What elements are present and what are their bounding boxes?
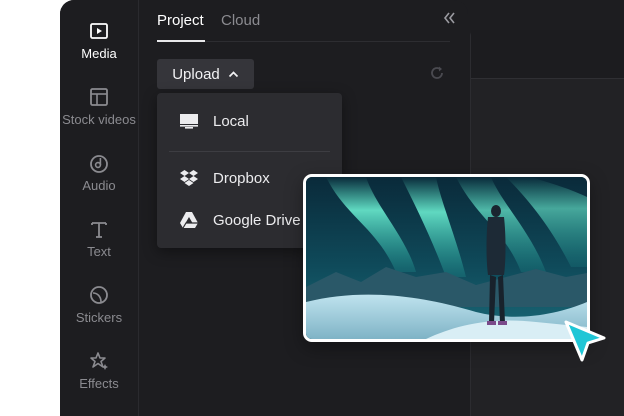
active-tab-indicator [157,40,205,42]
media-icon [90,23,108,39]
sidebar-item-audio[interactable]: Audio [60,152,138,212]
refresh-icon[interactable] [429,65,445,81]
menu-item-label: Dropbox [213,169,270,187]
sidebar-item-label: Audio [82,178,116,193]
sidebar-item-label: Effects [79,376,119,391]
tab-cloud[interactable]: Cloud [221,12,260,29]
dropbox-icon [178,167,200,189]
background-window-toolbar [471,30,624,78]
audio-icon [90,155,108,173]
google-drive-icon [178,209,200,231]
tab-project[interactable]: Project [157,12,204,29]
menu-item-label: Google Drive [213,211,301,229]
stickers-icon [90,286,108,304]
pointer-cursor-icon [564,320,606,362]
stock-videos-icon [90,88,108,106]
sidebar-item-media[interactable]: Media [60,20,138,80]
collapse-panel-button[interactable] [442,11,456,29]
preview-image-art [306,177,587,339]
sidebar-item-stock-videos[interactable]: Stock videos [60,86,138,146]
sidebar-item-label: Media [81,46,117,61]
aurora-landscape-image[interactable] [303,174,590,342]
upload-button[interactable]: Upload [157,59,254,89]
sidebar-item-effects[interactable]: Effects [60,350,138,410]
menu-item-local[interactable]: Local [157,101,342,141]
double-chevron-left-icon [443,12,455,24]
menu-divider [169,151,330,152]
sidebar-item-label: Text [87,244,111,259]
effects-icon [90,352,108,370]
sidebar-item-label: Stickers [75,310,123,325]
sidebar-item-stickers[interactable]: Stickers [60,284,138,344]
monitor-icon [178,110,200,132]
upload-button-label: Upload [172,65,220,83]
sidebar: Media Stock videos Audio Text Stickers E… [60,0,139,416]
sidebar-item-text[interactable]: Text [60,218,138,278]
chevron-up-icon [228,70,238,77]
background-window-divider [471,78,624,79]
menu-item-label: Local [213,112,249,130]
sidebar-item-label: Stock videos [62,112,136,127]
text-icon [91,222,107,238]
